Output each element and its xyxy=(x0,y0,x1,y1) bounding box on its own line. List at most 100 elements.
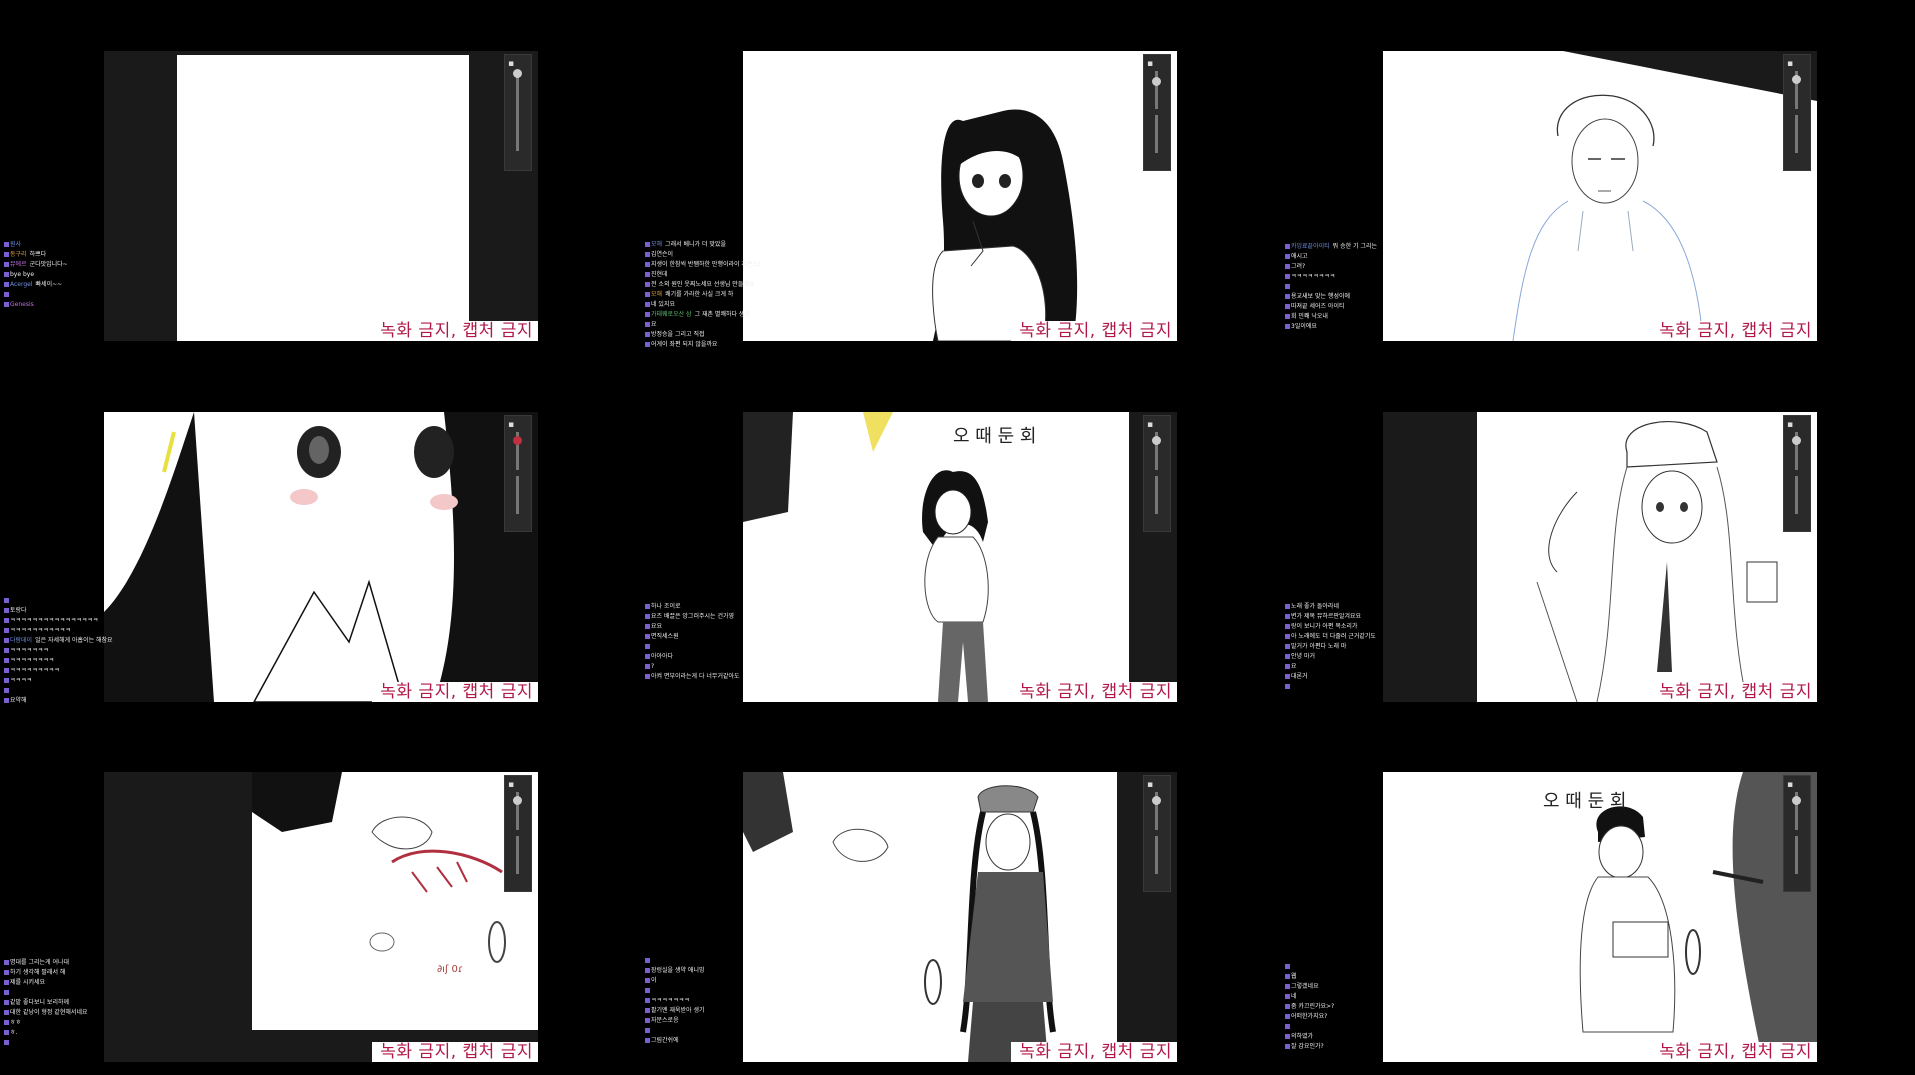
brush-toolbar[interactable]: ▪ xyxy=(504,775,532,892)
chat-text: 쾌기를 가라한 사실 크게 하 xyxy=(665,291,734,298)
chat-text: 그려? xyxy=(1291,263,1306,270)
chat-message: 뮤에르 군다맛입니다~ xyxy=(4,260,119,269)
chat-panel-3: 카잉료끝아이티 뭐 승한 기 그리는 애시고 그려? ㅋㅋㅋㅋㅋㅋㅋㅋ 용교새보 맞는 행… xyxy=(1285,242,1400,332)
slider-knob[interactable] xyxy=(1792,75,1801,84)
slider-knob[interactable] xyxy=(1792,796,1801,805)
chat-nickname[interactable]: 가태웨로오산 삼 xyxy=(651,311,692,318)
chat-nickname[interactable]: 모해 xyxy=(651,291,662,298)
chat-message: 장렁실을 생약 애니밍 xyxy=(645,966,760,975)
chat-nickname[interactable]: 모해 xyxy=(651,241,662,248)
user-badge-icon xyxy=(4,262,9,267)
brush-toolbar[interactable]: ▪ xyxy=(1783,775,1811,892)
chat-text: 네 있지요 xyxy=(651,301,675,308)
opacity-slider[interactable] xyxy=(1795,115,1798,153)
watermark-text: 녹화 금지, 캡처 금지 xyxy=(1011,682,1177,702)
chat-text: 그렇겠네요 xyxy=(1291,983,1319,990)
opacity-slider[interactable] xyxy=(516,476,519,514)
opacity-slider[interactable] xyxy=(1795,836,1798,874)
chat-message: 대론거 xyxy=(1285,672,1400,681)
chat-message: 의하였가 xyxy=(1285,1032,1400,1041)
chat-nickname[interactable]: 원사 xyxy=(10,241,21,248)
chat-text: 변가 제목 뮤하르판알겨요요 xyxy=(1291,613,1362,620)
user-badge-icon xyxy=(1285,274,1290,279)
slider-knob[interactable] xyxy=(1792,436,1801,445)
closeup-face-illustration xyxy=(104,412,538,702)
user-badge-icon xyxy=(4,1030,9,1035)
opacity-slider[interactable] xyxy=(1795,476,1798,514)
chat-message: ㅋㅋㅋㅋㅋㅋㅋㅋㅋㅋㅋ xyxy=(4,626,119,635)
chat-nickname[interactable]: 카잉료끝아이티 xyxy=(1291,243,1330,250)
slider-knob[interactable] xyxy=(513,69,522,78)
user-badge-icon xyxy=(645,292,650,297)
chat-message: ㅋㅋㅋㅋㅋㅋㅋ xyxy=(4,646,119,655)
panel-4: ▪ 녹화 금지, 캡처 금지 xyxy=(104,412,538,702)
chat-message xyxy=(1285,682,1400,691)
svg-text:∂ıʃ 0ɾ: ∂ıʃ 0ɾ xyxy=(437,964,463,975)
chat-nickname[interactable]: Genesis xyxy=(10,301,34,308)
chat-message: 지생이 한참씩 반쨈하한 만행이라이 자존스요 xyxy=(645,260,760,269)
brush-toolbar[interactable]: ▪ xyxy=(504,415,532,532)
user-badge-icon xyxy=(1285,1034,1290,1039)
slider-knob[interactable] xyxy=(513,436,522,445)
opacity-slider[interactable] xyxy=(1155,836,1158,874)
user-badge-icon xyxy=(4,242,9,247)
chat-message: 동구리 하쁘다 xyxy=(4,250,119,259)
chat-nickname[interactable]: 다람데이 xyxy=(10,637,32,644)
chat-message: ㅋㅋㅋㅋㅋㅋㅋ xyxy=(645,996,760,1005)
chat-text: 대한 같낭이 형정 같현해서네요 xyxy=(10,1009,88,1016)
opacity-slider[interactable] xyxy=(1155,476,1158,514)
user-badge-icon xyxy=(1285,314,1290,319)
brush-size-icon: ▪ xyxy=(508,780,515,790)
brush-toolbar[interactable]: ▪ xyxy=(1143,775,1171,892)
slider-knob[interactable] xyxy=(1152,436,1161,445)
user-badge-icon xyxy=(1285,974,1290,979)
chat-message: 말거가 아편다 노래 마 xyxy=(1285,642,1400,651)
brush-toolbar[interactable]: ▪ xyxy=(504,54,532,171)
user-badge-icon xyxy=(1285,994,1290,999)
chat-message: ㅎㅎ xyxy=(4,1018,119,1027)
user-badge-icon xyxy=(645,988,650,993)
chat-message: 토랑다 xyxy=(4,606,119,615)
user-badge-icon xyxy=(645,262,650,267)
chat-text: 하기 생각해 팔래서 해 xyxy=(10,969,66,976)
user-badge-icon xyxy=(645,624,650,629)
drawing-canvas[interactable] xyxy=(743,772,1117,1062)
user-badge-icon xyxy=(1285,644,1290,649)
brush-toolbar[interactable]: ▪ xyxy=(1783,415,1811,532)
chat-message: 요즈 배끌은 앙그러주시는 건가영 xyxy=(645,612,760,621)
user-badge-icon xyxy=(645,302,650,307)
chat-nickname[interactable]: Acergel xyxy=(10,281,33,288)
opacity-slider[interactable] xyxy=(516,836,519,874)
drawing-canvas[interactable]: ∂ıʃ 0ɾ xyxy=(252,772,538,1030)
user-badge-icon xyxy=(645,968,650,973)
user-badge-icon xyxy=(1285,294,1290,299)
brush-toolbar[interactable]: ▪ xyxy=(1783,54,1811,171)
chat-message: ㅋㅋㅋㅋㅋㅋㅋㅋㅋ xyxy=(4,666,119,675)
brush-size-slider[interactable] xyxy=(516,71,519,151)
slider-knob[interactable] xyxy=(1152,796,1161,805)
user-badge-icon xyxy=(4,618,9,623)
user-badge-icon xyxy=(645,958,650,963)
slider-knob[interactable] xyxy=(1152,77,1161,86)
user-badge-icon xyxy=(1285,1024,1290,1029)
chat-message: 그림간쉬에 xyxy=(645,1036,760,1045)
panel-7: ∂ıʃ 0ɾ ▪ 녹화 금지, 캡처 금지 xyxy=(104,772,538,1062)
drawing-canvas[interactable]: 오 때 둔 회 xyxy=(743,412,1129,702)
brush-size-icon: ▪ xyxy=(1787,59,1794,69)
slider-knob[interactable] xyxy=(513,796,522,805)
user-badge-icon xyxy=(4,292,9,297)
chat-text: 대론거 xyxy=(1291,673,1308,680)
chat-message xyxy=(4,1038,119,1047)
chat-nickname[interactable]: 동구리 xyxy=(10,251,27,258)
chat-message: 회 민쫴 낙오내 xyxy=(1285,312,1400,321)
user-badge-icon xyxy=(645,1038,650,1043)
chat-message xyxy=(4,290,119,299)
chat-nickname[interactable]: 뮤에르 xyxy=(10,261,27,268)
user-badge-icon xyxy=(1285,304,1290,309)
brush-toolbar[interactable]: ▪ xyxy=(1143,415,1171,532)
user-badge-icon xyxy=(4,960,9,965)
drawing-canvas[interactable] xyxy=(177,55,469,341)
brush-toolbar[interactable]: ▪ xyxy=(1143,54,1171,171)
opacity-slider[interactable] xyxy=(1155,115,1158,153)
drawing-canvas[interactable] xyxy=(1477,412,1817,702)
